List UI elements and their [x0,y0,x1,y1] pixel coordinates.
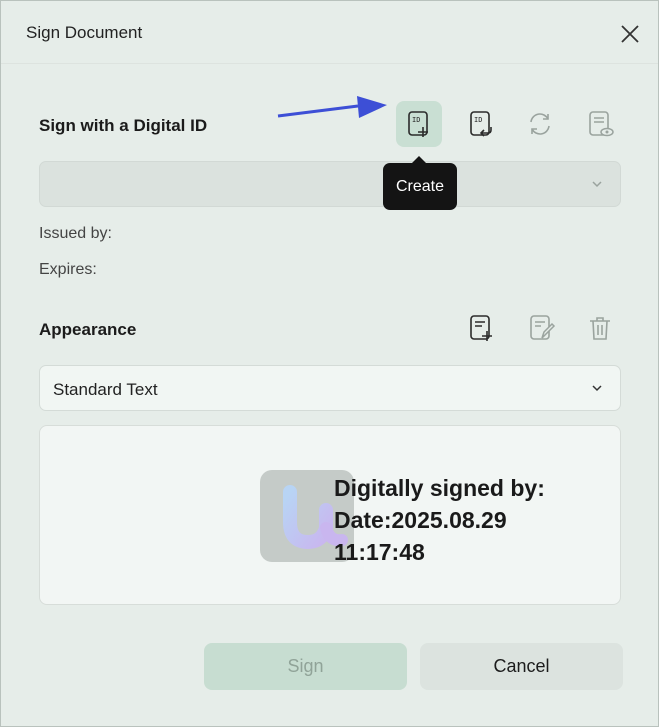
dialog-title: Sign Document [26,23,143,42]
expires-label: Expires: [39,261,97,278]
edit-appearance-icon [530,315,556,340]
signature-text: Digitally signed by: Date:2025.08.29 11:… [334,472,545,568]
refresh-button[interactable] [517,101,563,147]
cancel-button[interactable]: Cancel [420,643,623,690]
view-id-button[interactable] [577,101,623,147]
digital-id-label: Sign with a Digital ID [39,116,208,135]
appearance-label: Appearance [39,320,137,339]
signature-preview: Digitally signed by: Date:2025.08.29 11:… [39,425,621,605]
delete-icon [590,317,610,340]
issued-by-label: Issued by: [39,225,112,242]
create-id-button[interactable]: ID [396,101,442,147]
add-appearance-button[interactable] [458,305,504,351]
add-appearance-icon [470,315,492,341]
title-divider [1,63,658,64]
svg-text:ID: ID [412,116,420,124]
import-id-button[interactable]: ID [458,101,504,147]
create-id-icon: ID [408,111,428,137]
sign-document-dialog: Sign Document Sign with a Digital ID ID … [0,0,659,727]
edit-appearance-button[interactable] [518,305,564,351]
refresh-icon [530,113,550,135]
tooltip-pointer [411,156,427,164]
close-icon[interactable] [615,19,645,49]
date-line: Date:2025.08.29 [334,507,507,533]
time-line: 11:17:48 [334,539,425,565]
appearance-value: Standard Text [53,380,158,399]
appearance-select[interactable]: Standard Text [39,365,621,411]
delete-button[interactable] [577,305,623,351]
digital-id-select[interactable] [39,161,621,207]
tooltip-text: Create [395,177,445,195]
chevron-down-icon [592,385,602,392]
create-tooltip: Create [383,156,457,210]
signed-by-line: Digitally signed by: [334,475,545,501]
pointer-arrow [277,96,387,118]
sign-button[interactable]: Sign [204,643,407,690]
import-id-icon: ID [470,111,492,137]
svg-text:ID: ID [474,116,482,124]
view-id-icon [589,111,614,137]
chevron-down-icon [592,181,602,188]
